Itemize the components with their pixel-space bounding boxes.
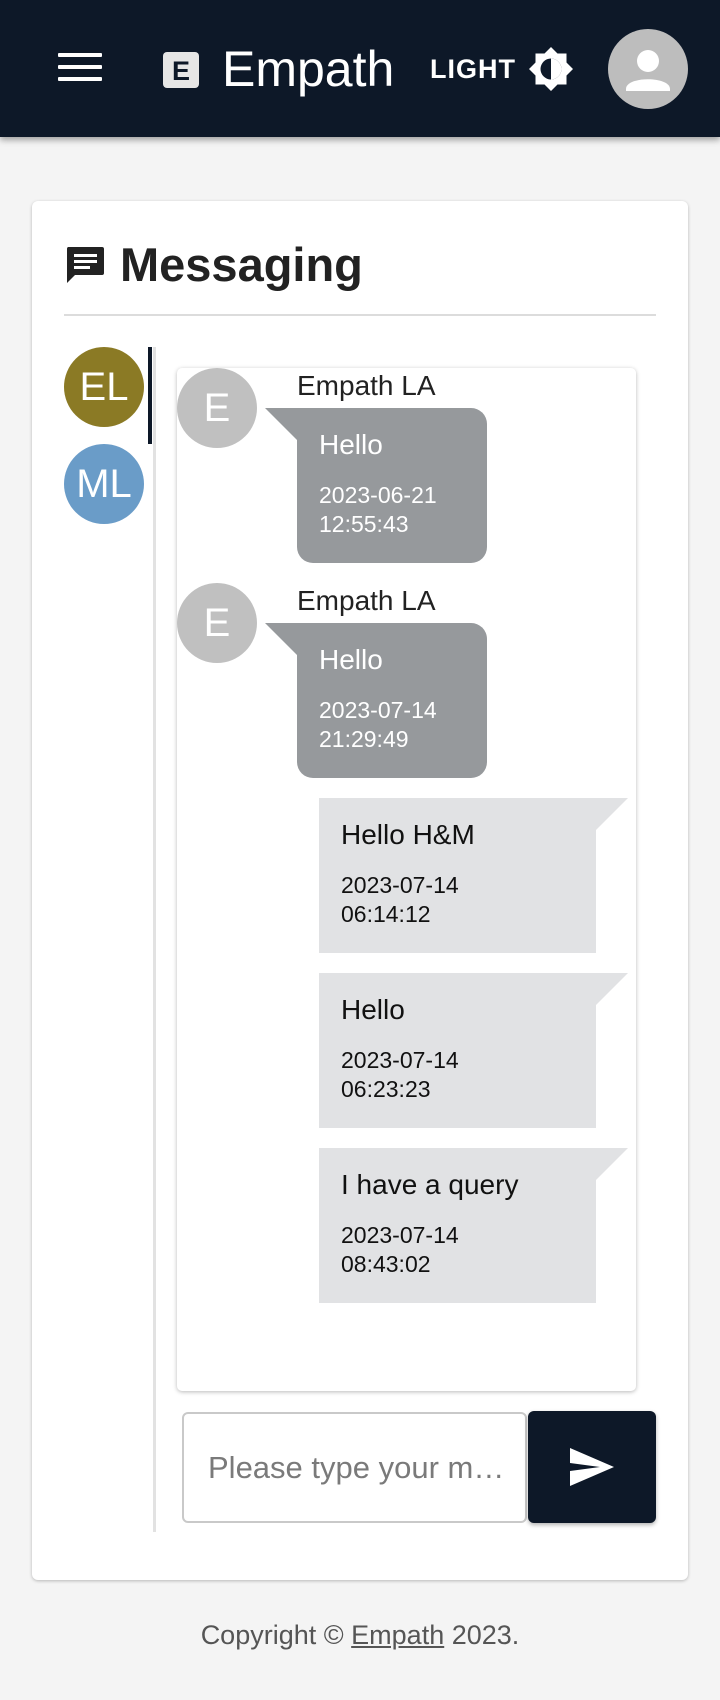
logo-letter: E [172, 56, 190, 86]
theme-toggle-button[interactable]: LIGHT [430, 46, 574, 92]
message-text: Hello [319, 429, 383, 460]
hamburger-menu-icon[interactable] [58, 53, 102, 87]
outgoing-message-bubble: Hello 2023-07-14 06:23:23 [319, 973, 596, 1128]
sender-name: Empath LA [297, 370, 436, 401]
message-timestamp: 2023-07-14 06:14:12 [341, 872, 459, 927]
message-text: Hello [341, 994, 405, 1025]
message-input[interactable] [182, 1412, 527, 1523]
app-bar: E Empath LIGHT [0, 0, 720, 137]
chat-icon [66, 247, 104, 283]
user-avatar[interactable] [608, 29, 688, 109]
message-text: Hello H&M [341, 819, 475, 850]
contact-list: EL ML [64, 347, 154, 541]
contact-avatar-ml[interactable]: ML [64, 444, 144, 524]
messaging-card: Messaging EL ML E Empath LA Hello 2023-0… [32, 201, 688, 1580]
app-brand[interactable]: Empath [222, 38, 394, 100]
title-divider [64, 314, 656, 316]
message-timestamp: 2023-07-14 21:29:49 [319, 697, 437, 752]
message-timestamp: 2023-06-21 12:55:43 [319, 482, 437, 537]
sender-name: Empath LA [297, 585, 436, 616]
bubble-tail [596, 973, 628, 1005]
outgoing-message-bubble: Hello H&M 2023-07-14 06:14:12 [319, 798, 596, 953]
card-header: Messaging [64, 237, 363, 293]
message-bubble: Hello 2023-07-14 21:29:49 [297, 623, 487, 778]
bubble-tail [596, 798, 628, 830]
contact-avatar-el[interactable]: EL [64, 347, 144, 427]
vertical-divider [153, 347, 156, 1532]
bubble-tail [265, 623, 299, 657]
page-title: Messaging [120, 238, 363, 291]
footer: Copyright © Empath 2023. [0, 1620, 720, 1651]
send-button[interactable] [528, 1411, 656, 1523]
send-icon [570, 1448, 614, 1486]
message-text: Hello [319, 644, 383, 675]
brightness-icon [529, 47, 573, 91]
bubble-tail [265, 408, 299, 442]
sender-avatar: E [177, 583, 257, 663]
outgoing-message-bubble: I have a query 2023-07-14 08:43:02 [319, 1148, 596, 1303]
bubble-tail [596, 1148, 628, 1180]
message-timestamp: 2023-07-14 06:23:23 [341, 1047, 459, 1102]
sender-avatar: E [177, 368, 257, 448]
copyright-prefix: Copyright © [200, 1620, 344, 1650]
selected-contact-indicator [148, 347, 152, 444]
footer-link-empath[interactable]: Empath [351, 1620, 444, 1650]
message-bubble: Hello 2023-06-21 12:55:43 [297, 408, 487, 563]
copyright-year: 2023. [451, 1620, 520, 1650]
message-thread[interactable]: E Empath LA Hello 2023-06-21 12:55:43 E … [177, 368, 636, 1391]
theme-label: LIGHT [430, 53, 516, 84]
message-timestamp: 2023-07-14 08:43:02 [341, 1222, 459, 1277]
message-text: I have a query [341, 1169, 519, 1200]
person-icon [626, 50, 670, 91]
logo-icon: E [163, 52, 199, 88]
